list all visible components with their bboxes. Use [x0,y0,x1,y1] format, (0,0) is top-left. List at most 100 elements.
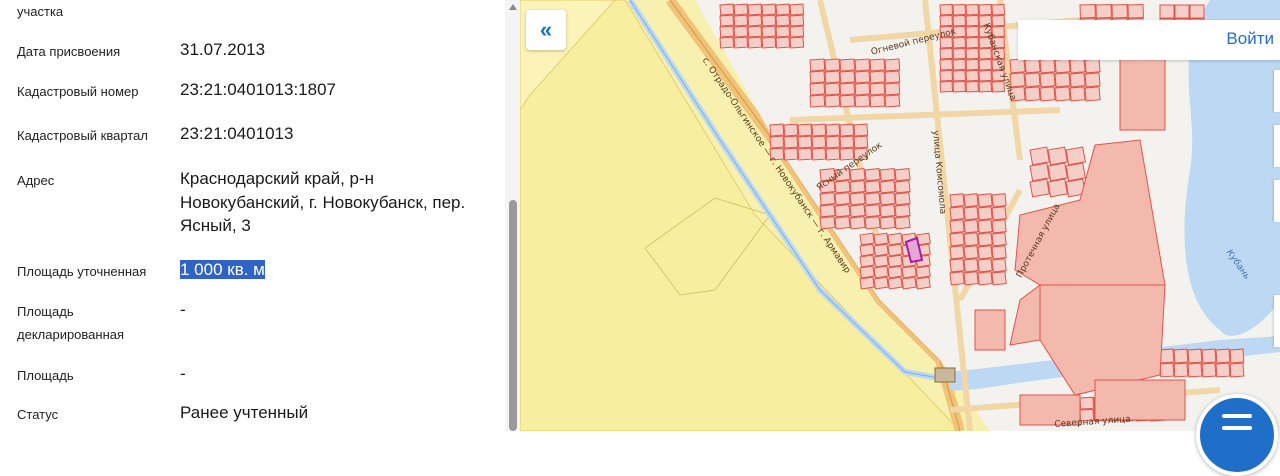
parcel [783,147,799,161]
parcel [834,215,851,230]
parcel [797,123,813,137]
parcel [769,135,785,149]
parcel [819,203,836,218]
parcel [894,191,911,206]
panel-scrollbar[interactable] [505,0,520,431]
address-line-2: Новокубанский, г. Новокубанск, пер. [180,192,466,212]
parcel [1065,162,1086,182]
parcel [789,36,805,49]
scroll-thumb[interactable] [509,200,517,431]
label-area-declared-line-1: Площадь [17,304,74,319]
parcel [733,3,749,16]
parcel [733,36,749,49]
parcel [854,82,871,96]
parcel [965,80,980,93]
parcel [859,232,875,246]
label-area-declared-line-2: декларированная [17,327,125,342]
parcel [873,265,889,279]
parcel [1054,58,1071,74]
cadastral-map[interactable]: Огневой переулок Кубанская улица улица К… [520,0,1280,431]
parcel [887,254,903,268]
parcel [1201,348,1217,364]
parcel [1201,362,1217,378]
value-status: Ранее учтенный [180,403,309,422]
parcel [991,206,1007,221]
map-tool-tab-1[interactable] [1274,70,1280,112]
scroll-up-arrow-icon[interactable] [509,4,517,10]
login-button[interactable]: Войти [1226,29,1274,49]
parcel [819,191,836,206]
parcel [849,191,866,206]
parcel [1024,86,1041,102]
collapse-panel-button[interactable]: « [526,10,566,50]
parcel [733,14,749,27]
double-chevron-left-icon: « [539,17,553,42]
parcel [1079,396,1095,410]
parcel [939,14,954,27]
parcel [977,219,993,234]
parcel [873,276,889,290]
parcel [887,276,903,290]
value-area: - [180,364,186,383]
parcel [991,258,1007,273]
parcel [797,147,813,161]
value-area-specified[interactable]: 1 000 кв. м [180,260,265,279]
parcel [761,14,777,27]
parcel [952,14,967,27]
label-area-declared: Площадь декларированная [17,300,167,346]
parcel [1095,3,1112,19]
parcel [789,3,805,16]
parcel [1054,72,1071,88]
parcel [1047,178,1068,198]
parcel [894,215,911,230]
parcel [952,80,967,93]
parcel [1173,348,1189,364]
parcel [864,179,881,194]
parcel [864,203,881,218]
parcel [869,82,886,96]
parcel [1215,348,1231,364]
parcel [809,94,826,108]
parcel [1047,146,1068,166]
parcel [761,3,777,16]
parcel [991,245,1007,260]
parcel [1069,86,1086,102]
parcel [965,36,980,49]
map-tool-tab-3[interactable] [1274,180,1280,222]
address-line-3: Ясный, 3 [180,216,251,235]
parcel [939,47,954,60]
parcel [1065,146,1086,166]
parcel [859,265,875,279]
parcel [965,69,980,82]
menu-button[interactable] [1196,394,1278,476]
parcel [825,123,841,137]
parcel [1039,58,1056,74]
parcel [977,206,993,221]
parcel [963,271,979,286]
parcel [991,232,1007,247]
parcel [884,94,901,108]
parcel [824,94,841,108]
parcel [839,94,856,108]
parcel [1159,4,1175,19]
parcel [894,167,911,182]
parcel [949,232,965,247]
parcel [884,70,901,84]
parcel [761,25,777,38]
parcel [963,206,979,221]
parcel [854,70,871,84]
map-canvas[interactable] [520,0,1280,431]
map-tool-tab-4[interactable] [1274,295,1280,347]
map-tool-tab-2[interactable] [1274,125,1280,167]
parcel [879,179,896,194]
label-area-specified: Площадь уточненная [17,264,147,279]
parcel [963,258,979,273]
parcel [963,219,979,234]
parcel [719,14,735,27]
parcel [949,193,965,208]
parcel [1111,3,1128,19]
parcel [949,271,965,286]
parcel [1084,86,1101,102]
info-panel: участка Дата присвоения 31.07.2013 Кадас… [0,0,520,431]
parcel [952,58,967,71]
